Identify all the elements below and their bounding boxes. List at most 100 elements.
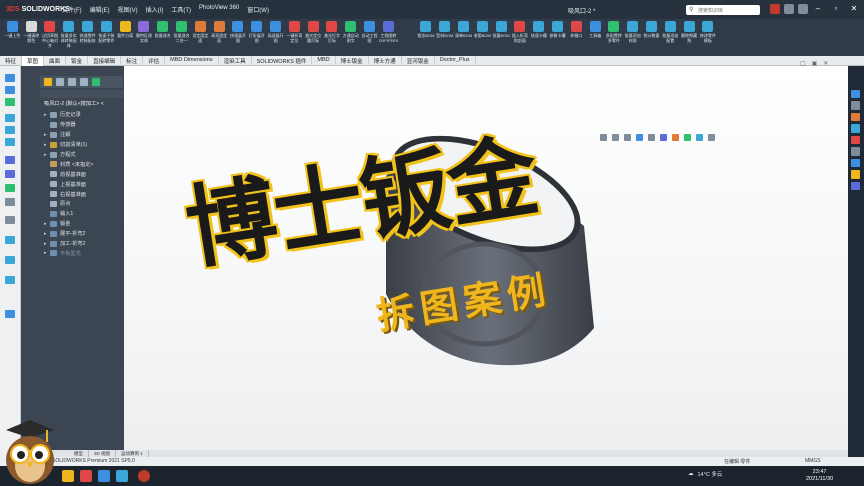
plugin-pane-icon[interactable] bbox=[850, 170, 860, 179]
ribbon-button[interactable]: 一键上色 bbox=[3, 19, 22, 56]
menu-item[interactable]: 工具(T) bbox=[171, 5, 191, 14]
display-tab-icon[interactable] bbox=[92, 78, 100, 86]
sketch-tool-icon[interactable] bbox=[5, 74, 15, 82]
trim-tool-icon[interactable] bbox=[5, 138, 15, 146]
ribbon-button[interactable]: 参数卡槽 bbox=[548, 19, 567, 56]
ribbon-button[interactable]: 自动工程图 bbox=[360, 19, 379, 56]
ribbon-button[interactable]: 批量改名 bbox=[153, 19, 172, 56]
feature-tree-item[interactable]: ▸ 加工-折弯2 bbox=[44, 239, 124, 249]
menu-item[interactable]: 插入(I) bbox=[146, 5, 164, 14]
command-tab[interactable]: 直接编辑 bbox=[88, 56, 122, 66]
ribbon-button[interactable]: 要件分离 bbox=[116, 19, 135, 56]
feature-tree-item[interactable]: ▸ 切割清单(1) bbox=[44, 140, 124, 150]
ribbon-button[interactable]: 多配置转多零件 bbox=[605, 19, 624, 56]
help-icon[interactable] bbox=[770, 4, 780, 14]
sheetmetal-tool-icon[interactable] bbox=[5, 236, 15, 244]
ribbon-button[interactable]: 快速卡槽 bbox=[529, 19, 548, 56]
display-style-icon[interactable] bbox=[660, 134, 667, 141]
mirror-tool-icon[interactable] bbox=[5, 216, 15, 224]
command-tab[interactable]: Doctor_Plus bbox=[435, 56, 476, 66]
feature-tree-item[interactable]: ▸ 平板型式 bbox=[44, 248, 124, 258]
ribbon-button[interactable]: 补缝口 bbox=[567, 19, 586, 56]
design-library-icon[interactable] bbox=[850, 101, 860, 110]
user-icon[interactable] bbox=[784, 4, 794, 14]
feature-tree-item[interactable]: 上视基准面 bbox=[44, 179, 124, 189]
ribbon-button[interactable]: 批量添加材质 bbox=[623, 19, 642, 56]
ribbon-button[interactable] bbox=[398, 19, 417, 56]
ribbon-button[interactable]: 批量改名二合一 bbox=[172, 19, 191, 56]
model-view-tab[interactable]: 3D 视图 bbox=[89, 450, 117, 457]
model-view-tab[interactable]: 模型 bbox=[69, 450, 89, 457]
ribbon-button[interactable]: 修改零件模板 bbox=[698, 19, 717, 56]
ribbon-button[interactable]: 一键清除颜色 bbox=[22, 19, 41, 56]
ribbon-button[interactable]: 激光定位圆打标 bbox=[304, 19, 323, 56]
command-tab[interactable]: 钣金 bbox=[66, 56, 89, 66]
zoom-fit-icon[interactable] bbox=[600, 134, 607, 141]
command-tab[interactable]: 渲染工具 bbox=[219, 56, 252, 66]
property-tab-icon[interactable] bbox=[56, 78, 64, 86]
menu-item[interactable]: 窗口(W) bbox=[247, 5, 269, 14]
ribbon-button[interactable]: 统计数量 bbox=[642, 19, 661, 56]
view-orientation-icon[interactable] bbox=[648, 134, 655, 141]
ribbon-button[interactable]: 高亮固定面 bbox=[210, 19, 229, 56]
view-settings-icon[interactable] bbox=[708, 134, 715, 141]
command-tab[interactable]: 博士钣金 bbox=[336, 56, 369, 66]
bend-tool-icon[interactable] bbox=[5, 276, 15, 284]
tools-pane-icon[interactable] bbox=[850, 181, 860, 190]
tree-filter-bar[interactable] bbox=[40, 90, 124, 98]
section-view-icon[interactable] bbox=[636, 134, 643, 141]
command-tab[interactable]: 曲面 bbox=[44, 56, 67, 66]
ribbon-button[interactable]: 型材BOM bbox=[435, 19, 454, 56]
ribbon-button[interactable]: 老版BOM bbox=[473, 19, 492, 56]
menu-item[interactable]: 文件(F) bbox=[62, 5, 82, 14]
ribbon-button[interactable]: 打折展开图 bbox=[247, 19, 266, 56]
feature-tree-item[interactable]: 原点 bbox=[44, 199, 124, 209]
feature-tree-item[interactable]: 前视基准面 bbox=[44, 169, 124, 179]
custom-properties-icon[interactable] bbox=[850, 147, 860, 156]
arc-tool-icon[interactable] bbox=[5, 114, 15, 122]
line-tool-icon[interactable] bbox=[5, 86, 15, 94]
appearance-icon[interactable] bbox=[684, 134, 691, 141]
help-question-icon[interactable] bbox=[798, 4, 808, 14]
restore-icon[interactable]: ▫ bbox=[830, 3, 842, 15]
ribbon-button[interactable]: 方通自动割字 bbox=[341, 19, 360, 56]
feature-tree-item[interactable]: 材质 <未指定> bbox=[44, 159, 124, 169]
command-tab[interactable]: 草图 bbox=[22, 56, 45, 66]
circle-tool-icon[interactable] bbox=[5, 98, 15, 106]
ribbon-button[interactable]: 快速零件转装配体 bbox=[78, 19, 97, 56]
ribbon-button[interactable]: 钣金BOM bbox=[417, 19, 436, 56]
ribbon-button[interactable]: 工程图转DXF/PDF/DWG bbox=[379, 19, 398, 56]
ribbon-button[interactable]: 局部展开图 bbox=[266, 19, 285, 56]
close-icon[interactable]: ✕ bbox=[848, 3, 860, 15]
menu-item[interactable]: PhotoView 360 bbox=[199, 5, 239, 14]
command-tab[interactable]: 评估 bbox=[143, 56, 166, 66]
menu-item[interactable]: 编辑(E) bbox=[90, 5, 110, 14]
app-taskbar-icon[interactable] bbox=[80, 470, 92, 482]
ribbon-button[interactable]: 工具箱 bbox=[586, 19, 605, 56]
ribbon-button[interactable]: 删特征改实体 bbox=[135, 19, 154, 56]
forum-icon[interactable] bbox=[850, 158, 860, 168]
browser-taskbar-icon[interactable] bbox=[98, 470, 110, 482]
ribbon-button[interactable]: 批量添加配置 bbox=[661, 19, 680, 56]
ribbon-button[interactable]: 快速展开图 bbox=[229, 19, 248, 56]
fillet-tool-icon[interactable] bbox=[5, 184, 15, 192]
extrude-tool-icon[interactable] bbox=[5, 156, 15, 164]
appearances-icon[interactable] bbox=[850, 135, 860, 145]
hide-show-icon[interactable] bbox=[672, 134, 679, 141]
ribbon-button[interactable]: 删除隐藏角 bbox=[680, 19, 699, 56]
feature-tree-item[interactable]: ▸ 展平-折弯2 bbox=[44, 229, 124, 239]
command-tab[interactable]: 特征 bbox=[0, 56, 23, 66]
ribbon-button[interactable]: 清单BOM bbox=[454, 19, 473, 56]
command-tab[interactable]: MBD Dimensions bbox=[165, 56, 219, 66]
feature-tree-item[interactable]: ▸ 方程式 bbox=[44, 150, 124, 160]
minimize-icon[interactable]: – bbox=[812, 3, 824, 15]
command-tab[interactable]: 显河钣金 bbox=[402, 56, 435, 66]
weather-text[interactable]: 14°C 多云 bbox=[698, 470, 723, 478]
viewport-minimize-icon[interactable]: ▢ bbox=[800, 60, 806, 67]
scene-icon[interactable] bbox=[696, 134, 703, 141]
knowledge-search-input[interactable]: ⚲ 搜索知识库 bbox=[686, 5, 760, 15]
feature-tree-tab-icon[interactable] bbox=[44, 78, 52, 86]
tree-root-part[interactable]: 吸风口-2 (默认<按加工> < bbox=[44, 100, 104, 107]
view-palette-icon[interactable] bbox=[850, 124, 860, 133]
config-tab-icon[interactable] bbox=[68, 78, 76, 86]
